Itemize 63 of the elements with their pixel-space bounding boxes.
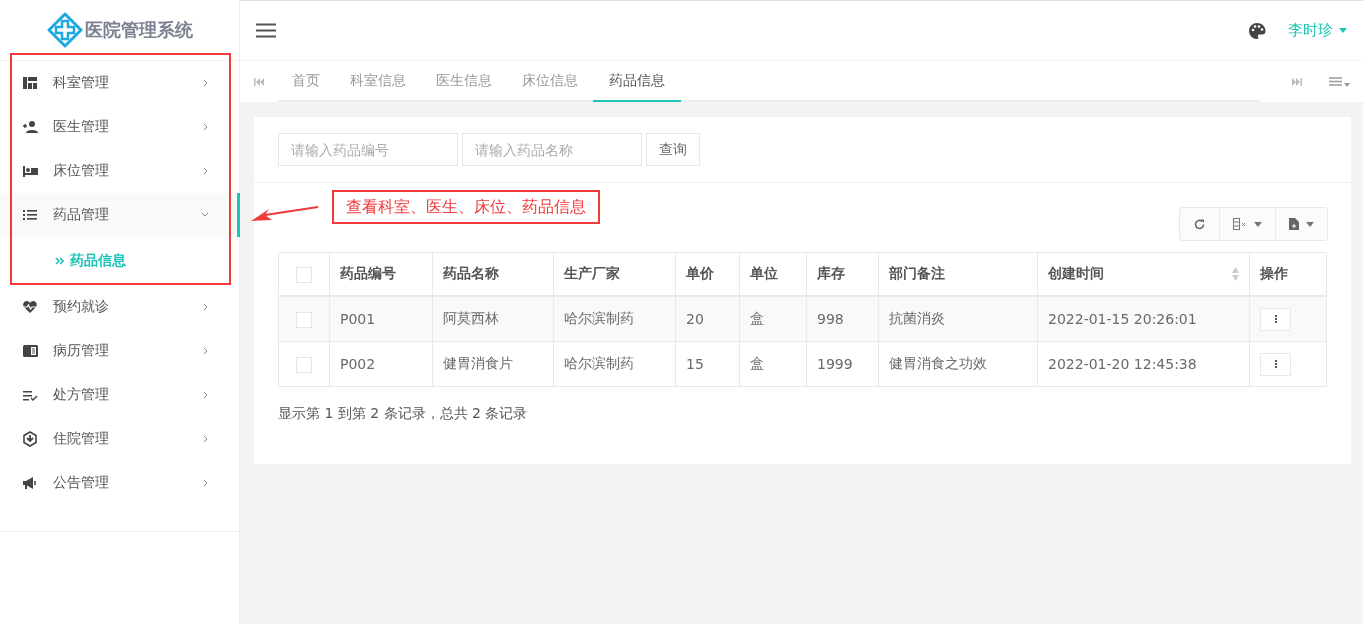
table-cell: 抗菌消炎 <box>878 296 1038 342</box>
chevron-right-icon <box>203 167 209 175</box>
more-actions-button[interactable] <box>1260 352 1291 376</box>
page-tab[interactable]: 药品信息 <box>593 61 681 102</box>
table-cell: P002 <box>329 341 433 387</box>
table-cell: 20 <box>675 296 740 342</box>
table-cell: 哈尔滨制药 <box>553 341 676 387</box>
table-cell: 2022-01-15 20:26:01 <box>1037 296 1250 342</box>
sidebar-menu-item[interactable]: 公告管理 <box>0 461 239 505</box>
sidebar-menu-item[interactable]: 床位管理 <box>0 149 239 193</box>
active-indicator <box>237 193 240 237</box>
sort-icon[interactable] <box>1232 267 1239 281</box>
sidebar-menu-item[interactable]: 医生管理 <box>0 105 239 149</box>
caret-icon <box>1339 28 1347 33</box>
table-cell: 哈尔滨制药 <box>553 296 676 342</box>
chevron-right-icon <box>203 79 209 87</box>
table-cell: 健胃消食片 <box>432 341 554 387</box>
menu-dropdown-icon[interactable] <box>1329 75 1351 88</box>
more-icon <box>1274 360 1277 368</box>
chevron-right-icon <box>203 123 209 131</box>
table-cell: 1999 <box>806 341 879 387</box>
last-page-icon[interactable] <box>1292 77 1302 86</box>
sidebar-menu-item[interactable]: 预约就诊 <box>0 285 239 329</box>
sidebar-menu-item[interactable]: 病历管理 <box>0 329 239 373</box>
sidebar-menu-item[interactable]: 药品管理 <box>0 193 239 237</box>
caret-icon <box>1254 221 1262 227</box>
table-cell: 2022-01-20 12:45:38 <box>1037 341 1250 387</box>
search-field[interactable]: 请输入药品名称 <box>462 133 642 166</box>
medical-cross-icon <box>46 12 83 48</box>
file-icon <box>1289 218 1299 230</box>
chevron-right-icon <box>203 391 209 399</box>
query-button[interactable]: 查询 <box>646 133 700 166</box>
chevron-right-icon <box>203 479 209 487</box>
annotation-arrow <box>251 206 319 224</box>
row-checkbox[interactable] <box>296 311 312 328</box>
table-cell: 998 <box>806 296 879 342</box>
annotation-callout: 查看科室、医生、床位、药品信息 <box>332 190 600 224</box>
table-cell: 盒 <box>739 296 807 342</box>
table-cell: P001 <box>329 296 433 342</box>
palette-icon[interactable] <box>1248 21 1266 40</box>
refresh-icon <box>1194 218 1205 230</box>
chevron-right-icon <box>203 303 209 311</box>
pagination-info: 显示第 1 到第 2 条记录，总共 2 条记录 <box>278 405 529 423</box>
app-logo: 医院管理系统 <box>0 0 239 61</box>
double-chevron-icon <box>55 257 64 265</box>
table-cell: 15 <box>675 341 740 387</box>
columns-icon <box>1233 218 1247 230</box>
chevron-right-icon <box>203 435 209 443</box>
sidebar-menu-item[interactable]: 处方管理 <box>0 373 239 417</box>
sidebar-menu-item[interactable]: 科室管理 <box>0 61 239 105</box>
first-page-icon[interactable] <box>254 77 264 86</box>
select-all-checkbox[interactable] <box>296 266 312 283</box>
row-checkbox[interactable] <box>296 356 312 373</box>
table-cell: 阿莫西林 <box>432 296 554 342</box>
sidebar-menu-item[interactable]: 住院管理 <box>0 417 239 461</box>
caret-icon <box>1306 221 1314 227</box>
search-field[interactable]: 请输入药品编号 <box>278 133 458 166</box>
more-actions-button[interactable] <box>1260 307 1291 331</box>
chevron-down-icon <box>201 212 209 218</box>
chevron-right-icon <box>203 347 209 355</box>
table-cell: 健胃消食之功效 <box>878 341 1038 387</box>
table-cell: 盒 <box>739 341 807 387</box>
more-icon <box>1274 315 1277 323</box>
